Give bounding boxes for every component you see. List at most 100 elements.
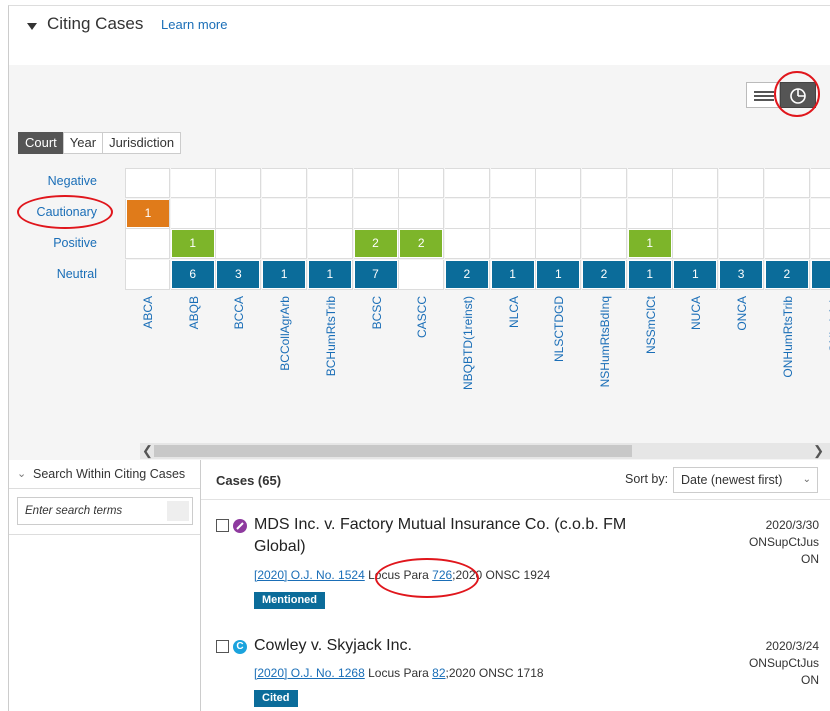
- heatmap-mark-neutral[interactable]: 1: [537, 261, 580, 289]
- case-checkbox[interactable]: [216, 519, 229, 532]
- court-label[interactable]: BCHumRtsTrib: [324, 296, 338, 376]
- purple-signal-icon: [233, 519, 247, 533]
- search-within-header[interactable]: ⌄ Search Within Citing Cases: [9, 460, 201, 489]
- case-title-link[interactable]: MDS Inc. v. Factory Mutual Insurance Co.…: [254, 514, 644, 558]
- search-input[interactable]: Enter search terms: [17, 497, 193, 525]
- x-tick-label: NLSCTDGD: [536, 296, 581, 436]
- heatmap-mark-neutral[interactable]: 7: [354, 261, 397, 289]
- heatmap-cell: [719, 198, 765, 229]
- search-button[interactable]: [167, 501, 189, 521]
- heatmap-mark-neutral[interactable]: 1: [263, 261, 306, 289]
- heatmap-mark-neutral[interactable]: 3: [720, 261, 763, 289]
- heatmap-mark-neutral[interactable]: 3: [217, 261, 260, 289]
- heatmap-cell: [307, 168, 353, 198]
- heatmap-cell: [262, 168, 308, 198]
- heatmap-cell: 1: [536, 260, 582, 291]
- heatmap-cell: [216, 198, 262, 229]
- court-label[interactable]: ONHumRtsTrib: [781, 296, 795, 378]
- sort-select[interactable]: Date (newest first) ⌄: [673, 467, 818, 493]
- search-within-section: Enter search terms: [9, 489, 201, 535]
- heatmap-mark-neutral[interactable]: 1: [308, 261, 351, 289]
- heatmap-cell: [490, 229, 536, 260]
- heatmap-cell: [810, 198, 830, 229]
- case-jurisdiction: ON: [801, 552, 819, 566]
- court-label[interactable]: ABQB: [187, 296, 201, 329]
- heatmap-cell: [536, 198, 582, 229]
- heatmap-mark-positive[interactable]: 2: [354, 230, 397, 258]
- heatmap-mark-neutral[interactable]: 1: [811, 261, 830, 289]
- collapse-triangle-icon[interactable]: [27, 23, 37, 30]
- heatmap-cell: 1: [262, 260, 308, 291]
- heatmap-mark-positive[interactable]: 2: [400, 230, 443, 258]
- heatmap-mark-cautionary[interactable]: 1: [127, 199, 169, 227]
- row-label-positive[interactable]: Positive: [53, 236, 97, 250]
- scroll-right-icon[interactable]: ❯: [813, 443, 824, 459]
- row-label-neutral[interactable]: Neutral: [57, 267, 97, 281]
- heatmap-mark-neutral[interactable]: 2: [583, 261, 625, 289]
- heatmap-cell: 3: [216, 260, 262, 291]
- tab-court[interactable]: Court: [18, 132, 64, 154]
- heatmap-mark-neutral[interactable]: 2: [445, 261, 488, 289]
- heatmap-cell: [627, 168, 673, 198]
- heatmap-cell: [262, 229, 308, 260]
- scrollbar-thumb[interactable]: [154, 445, 632, 457]
- heatmap-mark-positive[interactable]: 1: [171, 230, 214, 258]
- court-label[interactable]: BCCA: [232, 296, 246, 329]
- court-label[interactable]: NLSCTDGD: [552, 296, 566, 362]
- citation-link[interactable]: [2020] O.J. No. 1268: [254, 666, 365, 680]
- scroll-left-icon[interactable]: ❮: [142, 443, 153, 459]
- heatmap-cell: [810, 168, 830, 198]
- locus-para-link[interactable]: 82: [432, 666, 445, 680]
- court-label[interactable]: ABCA: [141, 296, 155, 329]
- heatmap-cell: [627, 198, 673, 229]
- court-label[interactable]: BCCollAgrArb: [278, 296, 292, 371]
- heatmap-cell: 3: [719, 260, 765, 291]
- court-label[interactable]: BCSC: [370, 296, 384, 329]
- x-tick-label: ABQB: [171, 296, 216, 436]
- x-tick-label: NUCA: [673, 296, 718, 436]
- heatmap-cell: [399, 260, 445, 291]
- heatmap-mark-neutral[interactable]: 2: [765, 261, 808, 289]
- court-label[interactable]: NSHumRtsBdInq: [598, 296, 612, 387]
- heatmap-cell: 6: [170, 260, 216, 291]
- list-item: C Cowley v. Skyjack Inc. [2020] O.J. No.…: [201, 632, 830, 711]
- search-placeholder: Enter search terms: [25, 505, 123, 517]
- tab-jurisdiction[interactable]: Jurisdiction: [102, 132, 182, 154]
- heatmap-mark-neutral[interactable]: 6: [171, 261, 214, 289]
- case-title-link[interactable]: Cowley v. Skyjack Inc.: [254, 635, 644, 657]
- heatmap-cell: [353, 168, 399, 198]
- case-jurisdiction: ON: [801, 673, 819, 687]
- heatmap-mark-neutral[interactable]: 1: [674, 261, 717, 289]
- case-checkbox[interactable]: [216, 640, 229, 653]
- court-label[interactable]: NLCA: [507, 296, 521, 328]
- heatmap-mark-neutral[interactable]: 1: [491, 261, 534, 289]
- court-label[interactable]: ONCA: [735, 296, 749, 331]
- court-label[interactable]: ONLabArb: [827, 296, 830, 353]
- x-tick-label: ONLabArb: [811, 296, 830, 436]
- court-label[interactable]: CASCC: [415, 296, 429, 338]
- x-tick-label: BCCA: [216, 296, 261, 436]
- chart-horizontal-scrollbar[interactable]: ❮ ❯: [140, 443, 830, 459]
- heatmap-cell: 1: [673, 260, 719, 291]
- tab-year[interactable]: Year: [62, 132, 104, 154]
- heatmap-cell: [125, 229, 170, 260]
- sort-label: Sort by:: [625, 472, 669, 486]
- row-label-negative[interactable]: Negative: [48, 174, 97, 188]
- heatmap-cell: 1: [125, 198, 170, 229]
- learn-more-link[interactable]: Learn more: [161, 17, 227, 32]
- court-label[interactable]: NSSmClCt: [644, 296, 658, 354]
- citation-link[interactable]: [2020] O.J. No. 1524: [254, 568, 365, 582]
- heatmap-cell: 2: [399, 229, 445, 260]
- results-header: Cases (65) Sort by: Date (newest first) …: [201, 460, 830, 500]
- treatment-badge: Cited: [254, 690, 298, 707]
- x-tick-label: BCHumRtsTrib: [308, 296, 353, 436]
- x-tick-label: NBQBTD(1reinst): [445, 296, 490, 436]
- heatmap-mark-neutral[interactable]: 1: [628, 261, 671, 289]
- court-label[interactable]: NUCA: [689, 296, 703, 330]
- heatmap-mark-positive[interactable]: 1: [628, 230, 671, 258]
- x-tick-label: NSHumRtsBdInq: [582, 296, 627, 436]
- heatmap-cell: 2: [582, 260, 627, 291]
- heatmap-cell: [262, 198, 308, 229]
- court-label[interactable]: NBQBTD(1reinst): [461, 296, 475, 390]
- x-tick-label: NSSmClCt: [628, 296, 673, 436]
